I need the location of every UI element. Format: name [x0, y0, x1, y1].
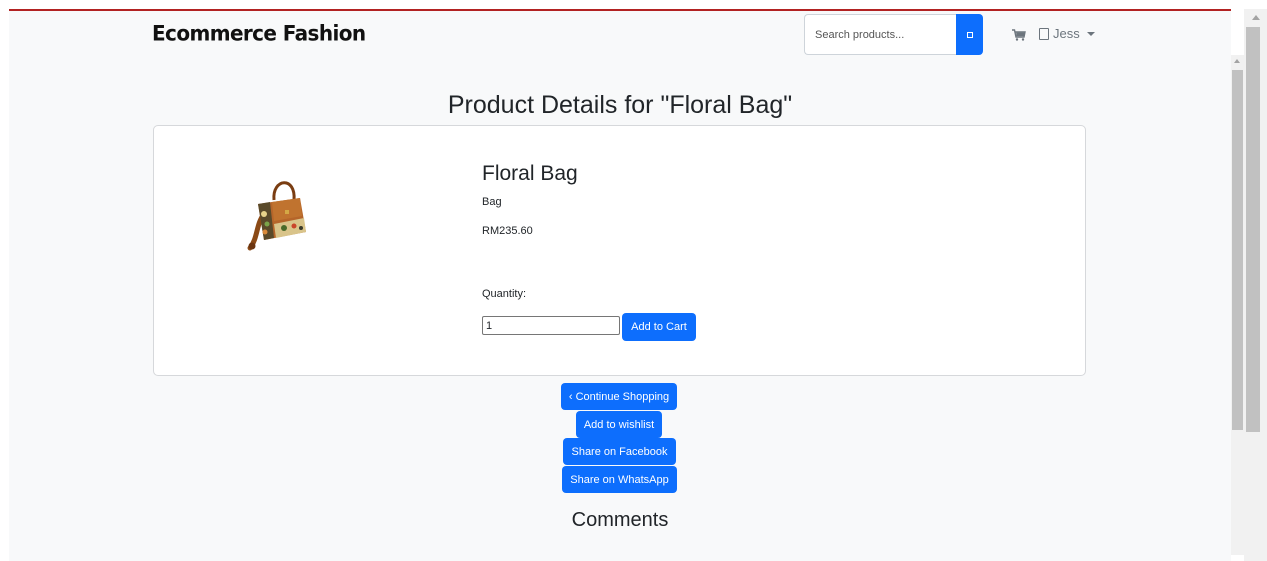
- quantity-label: Quantity:: [482, 288, 527, 300]
- window-scrollbar[interactable]: [1244, 9, 1267, 561]
- comments-heading: Comments: [571, 509, 669, 531]
- search-icon: [966, 31, 973, 38]
- user-name: Jess: [1053, 26, 1080, 41]
- product-name: Floral Bag: [482, 162, 578, 185]
- window-scrollbar-thumb[interactable]: [1246, 27, 1260, 432]
- add-to-cart-button[interactable]: Add to Cart: [622, 313, 696, 341]
- navbar: Ecommerce Fashion Jess: [9, 11, 1231, 57]
- product-category: Bag: [482, 196, 502, 208]
- scroll-up-arrow-icon[interactable]: [1252, 15, 1260, 20]
- continue-shopping-button[interactable]: ‹ Continue Shopping: [561, 383, 677, 410]
- cart-link[interactable]: [1012, 28, 1026, 41]
- page-viewport: Ecommerce Fashion Jess Product Details f…: [9, 9, 1231, 561]
- search-input[interactable]: [804, 14, 956, 55]
- inner-scrollbar[interactable]: [1231, 55, 1244, 555]
- share-whatsapp-button[interactable]: Share on WhatsApp: [562, 466, 677, 493]
- brand-logo[interactable]: Ecommerce Fashion: [152, 20, 366, 45]
- inner-scrollbar-thumb[interactable]: [1232, 70, 1243, 430]
- quantity-input[interactable]: [482, 316, 620, 335]
- search-form: [804, 14, 984, 55]
- search-button[interactable]: [956, 14, 983, 55]
- user-menu-toggle[interactable]: Jess: [1039, 26, 1095, 41]
- product-image: [247, 181, 306, 251]
- add-to-wishlist-button[interactable]: Add to wishlist: [576, 411, 662, 438]
- product-price: RM235.60: [482, 225, 533, 237]
- scroll-up-arrow-icon[interactable]: [1234, 59, 1240, 63]
- share-facebook-button[interactable]: Share on Facebook: [563, 438, 676, 465]
- cart-icon: [1012, 29, 1026, 41]
- page-title: Product Details for "Floral Bag": [447, 91, 793, 119]
- user-icon: [1039, 27, 1049, 40]
- caret-down-icon: [1086, 31, 1095, 36]
- product-card: Floral Bag Bag RM235.60 Quantity: Add to…: [153, 125, 1086, 376]
